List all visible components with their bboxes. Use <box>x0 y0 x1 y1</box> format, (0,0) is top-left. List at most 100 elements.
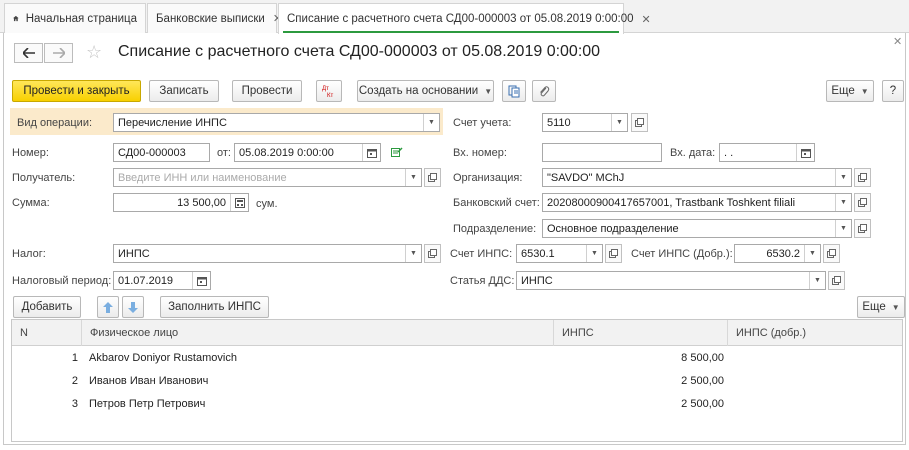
calculator-icon[interactable] <box>230 194 248 211</box>
chevron-down-icon[interactable]: ▼ <box>835 194 851 211</box>
edit-number-icon[interactable] <box>391 146 403 161</box>
sum-field[interactable]: 13 500,00 <box>113 193 249 212</box>
calendar-icon[interactable] <box>362 144 380 161</box>
back-button[interactable] <box>14 43 43 63</box>
in-date-field[interactable]: . . <box>719 143 815 162</box>
operation-type-value: Перечисление ИНПС <box>118 116 227 129</box>
chevron-down-icon[interactable]: ▼ <box>835 220 851 237</box>
chevron-down-icon[interactable]: ▼ <box>835 169 851 186</box>
inps-additional-label: Счет ИНПС (Добр.): <box>631 248 733 260</box>
tax-period-label: Налоговый период: <box>12 275 112 287</box>
open-inps-additional-button[interactable] <box>823 244 840 263</box>
tab-bank-statements[interactable]: Банковские выписки ✕ <box>147 3 282 33</box>
table-row[interactable]: 3 Петров Петр Петрович 2 500,00 <box>12 392 902 415</box>
account-select[interactable]: 5110 ▼ <box>542 113 628 132</box>
open-link-icon <box>858 173 867 182</box>
chevron-down-icon[interactable]: ▼ <box>405 245 421 262</box>
in-number-label: Вх. номер: <box>453 147 507 159</box>
open-inps-account-button[interactable] <box>605 244 622 263</box>
column-header-inps[interactable]: ИНПС <box>554 320 728 346</box>
help-button[interactable]: ? <box>882 80 904 102</box>
chevron-down-icon[interactable]: ▼ <box>804 245 820 262</box>
create-based-on-button[interactable]: Создать на основании ▼ <box>357 80 494 102</box>
favorite-star-icon[interactable]: ☆ <box>86 42 102 63</box>
move-down-button[interactable] <box>122 296 144 318</box>
column-header-inps-additional[interactable]: ИНПС (добр.) <box>728 320 904 346</box>
chevron-down-icon[interactable]: ▼ <box>809 272 825 289</box>
arrow-down-icon <box>128 301 138 313</box>
date-field[interactable]: 05.08.2019 0:00:00 <box>234 143 381 162</box>
tab-home[interactable]: Начальная страница <box>4 3 146 33</box>
inps-account-label: Счет ИНПС: <box>450 248 513 260</box>
account-label: Счет учета: <box>453 117 512 129</box>
attach-button[interactable] <box>532 80 556 102</box>
division-select[interactable]: Основное подразделение ▼ <box>542 219 852 238</box>
column-header-person[interactable]: Физическое лицо <box>82 320 554 346</box>
open-account-button[interactable] <box>631 113 648 132</box>
operation-type-select[interactable]: Перечисление ИНПС ▼ <box>113 113 440 132</box>
row-person: Иванов Иван Иванович <box>89 374 209 387</box>
dt-kt-button[interactable]: Дт Кт <box>316 80 342 102</box>
sum-value: 13 500,00 <box>177 196 226 209</box>
organization-select[interactable]: "SAVDO" MChJ ▼ <box>542 168 852 187</box>
open-organization-button[interactable] <box>854 168 871 187</box>
move-up-button[interactable] <box>97 296 119 318</box>
home-icon <box>13 15 19 22</box>
tax-period-field[interactable]: 01.07.2019 <box>113 271 211 290</box>
row-number: 3 <box>71 397 78 410</box>
account-value: 5110 <box>547 116 571 129</box>
division-label: Подразделение: <box>453 223 537 235</box>
open-recipient-button[interactable] <box>424 168 441 187</box>
inps-additional-value: 6530.2 <box>766 247 800 260</box>
arrow-right-icon <box>52 48 65 58</box>
tab-label: Начальная страница <box>25 12 137 25</box>
open-link-icon <box>609 249 618 258</box>
dds-select[interactable]: ИНПС ▼ <box>516 271 826 290</box>
chevron-down-icon[interactable]: ▼ <box>423 114 439 131</box>
number-value: СД00-000003 <box>118 146 186 159</box>
bank-account-value: 20208000900417657001, Trastbank Toshkent… <box>547 196 796 209</box>
calendar-icon[interactable] <box>192 272 210 289</box>
in-number-field[interactable] <box>542 143 662 162</box>
inps-additional-select[interactable]: 6530.2 ▼ <box>734 244 821 263</box>
row-inps-additional <box>728 369 898 392</box>
more-button[interactable]: Еще ▼ <box>826 80 874 102</box>
table-row[interactable]: 1 Akbarov Doniyor Rustamovich 8 500,00 <box>12 346 902 369</box>
recipient-label: Получатель: <box>12 172 76 184</box>
chevron-down-icon[interactable]: ▼ <box>405 169 421 186</box>
tab-document[interactable]: Списание с расчетного счета СД00-000003 … <box>278 3 651 34</box>
open-tax-button[interactable] <box>424 244 441 263</box>
close-form-icon[interactable]: ✕ <box>893 35 902 48</box>
column-header-n[interactable]: N <box>12 320 82 346</box>
open-division-button[interactable] <box>854 219 871 238</box>
close-icon[interactable]: ✕ <box>642 13 651 26</box>
open-link-icon <box>635 118 644 127</box>
tab-bar: Начальная страница Банковские выписки ✕ … <box>0 0 909 34</box>
recipient-placeholder: Введите ИНН или наименование <box>118 171 287 184</box>
post-button[interactable]: Провести <box>232 80 302 102</box>
open-dds-button[interactable] <box>828 271 845 290</box>
open-bank-account-button[interactable] <box>854 193 871 212</box>
save-button[interactable]: Записать <box>149 80 219 102</box>
operation-type-label: Вид операции: <box>17 117 93 129</box>
post-and-close-button[interactable]: Провести и закрыть <box>12 80 141 102</box>
calendar-icon[interactable] <box>796 144 814 161</box>
forward-button[interactable] <box>44 43 73 63</box>
row-person: Петров Петр Петрович <box>89 397 206 410</box>
table-row[interactable]: 2 Иванов Иван Иванович 2 500,00 <box>12 369 902 392</box>
chevron-down-icon[interactable]: ▼ <box>586 245 602 262</box>
recipient-field[interactable]: Введите ИНН или наименование ▼ <box>113 168 422 187</box>
inps-account-select[interactable]: 6530.1 ▼ <box>516 244 603 263</box>
report-button[interactable] <box>502 80 526 102</box>
tax-select[interactable]: ИНПС ▼ <box>113 244 422 263</box>
number-field[interactable]: СД00-000003 <box>113 143 210 162</box>
bank-account-select[interactable]: 20208000900417657001, Trastbank Toshkent… <box>542 193 852 212</box>
svg-text:Кт: Кт <box>327 93 333 98</box>
add-row-button[interactable]: Добавить <box>13 296 81 318</box>
fill-inps-button[interactable]: Заполнить ИНПС <box>160 296 269 318</box>
date-value: 05.08.2019 0:00:00 <box>239 146 334 159</box>
chevron-down-icon: ▼ <box>860 86 869 96</box>
inps-account-value: 6530.1 <box>521 247 555 260</box>
table-more-button[interactable]: Еще ▼ <box>857 296 905 318</box>
chevron-down-icon[interactable]: ▼ <box>611 114 627 131</box>
